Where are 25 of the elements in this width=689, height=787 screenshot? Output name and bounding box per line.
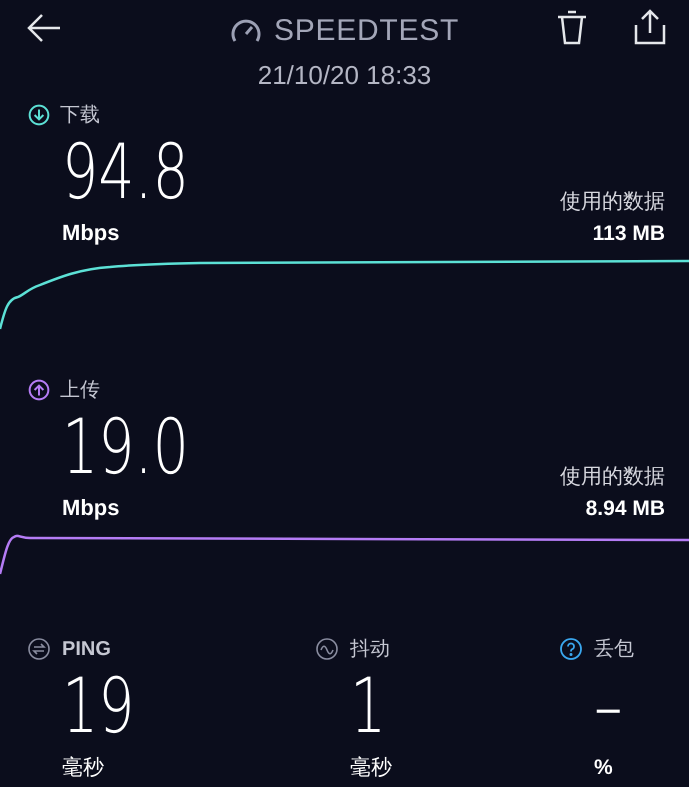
speed-unit: Mbps bbox=[62, 219, 120, 247]
stat-unit: 毫秒 bbox=[350, 755, 392, 781]
stat-unit: 毫秒 bbox=[62, 755, 104, 781]
stat-value: 1 bbox=[350, 664, 386, 748]
data-used-label: 使用的数据 bbox=[560, 189, 665, 215]
speed-label: 下载 bbox=[60, 103, 100, 128]
help-icon[interactable] bbox=[560, 638, 582, 660]
test-timestamp: 21/10/20 18:33 bbox=[258, 59, 432, 92]
data-used-label: 使用的数据 bbox=[560, 464, 665, 490]
data-used-value: 8.94 MB bbox=[586, 496, 665, 522]
wave-icon bbox=[316, 638, 338, 660]
stat-label: 抖动 bbox=[350, 637, 390, 662]
gauge-icon bbox=[230, 16, 262, 44]
speed-value: 19.0 bbox=[62, 405, 189, 489]
ping-icon bbox=[28, 638, 50, 660]
app-title: SPEEDTEST bbox=[274, 13, 460, 49]
speed-label: 上传 bbox=[60, 378, 100, 403]
stat-value: 19 bbox=[62, 664, 135, 748]
stat-unit: % bbox=[594, 755, 613, 781]
speed-value: 94.8 bbox=[62, 130, 189, 214]
speed-unit: Mbps bbox=[62, 494, 120, 522]
data-used-value: 113 MB bbox=[592, 220, 665, 246]
stat-label: 丢包 bbox=[594, 637, 634, 662]
stat-value: – bbox=[594, 664, 622, 748]
stat-label: PING bbox=[62, 637, 111, 662]
